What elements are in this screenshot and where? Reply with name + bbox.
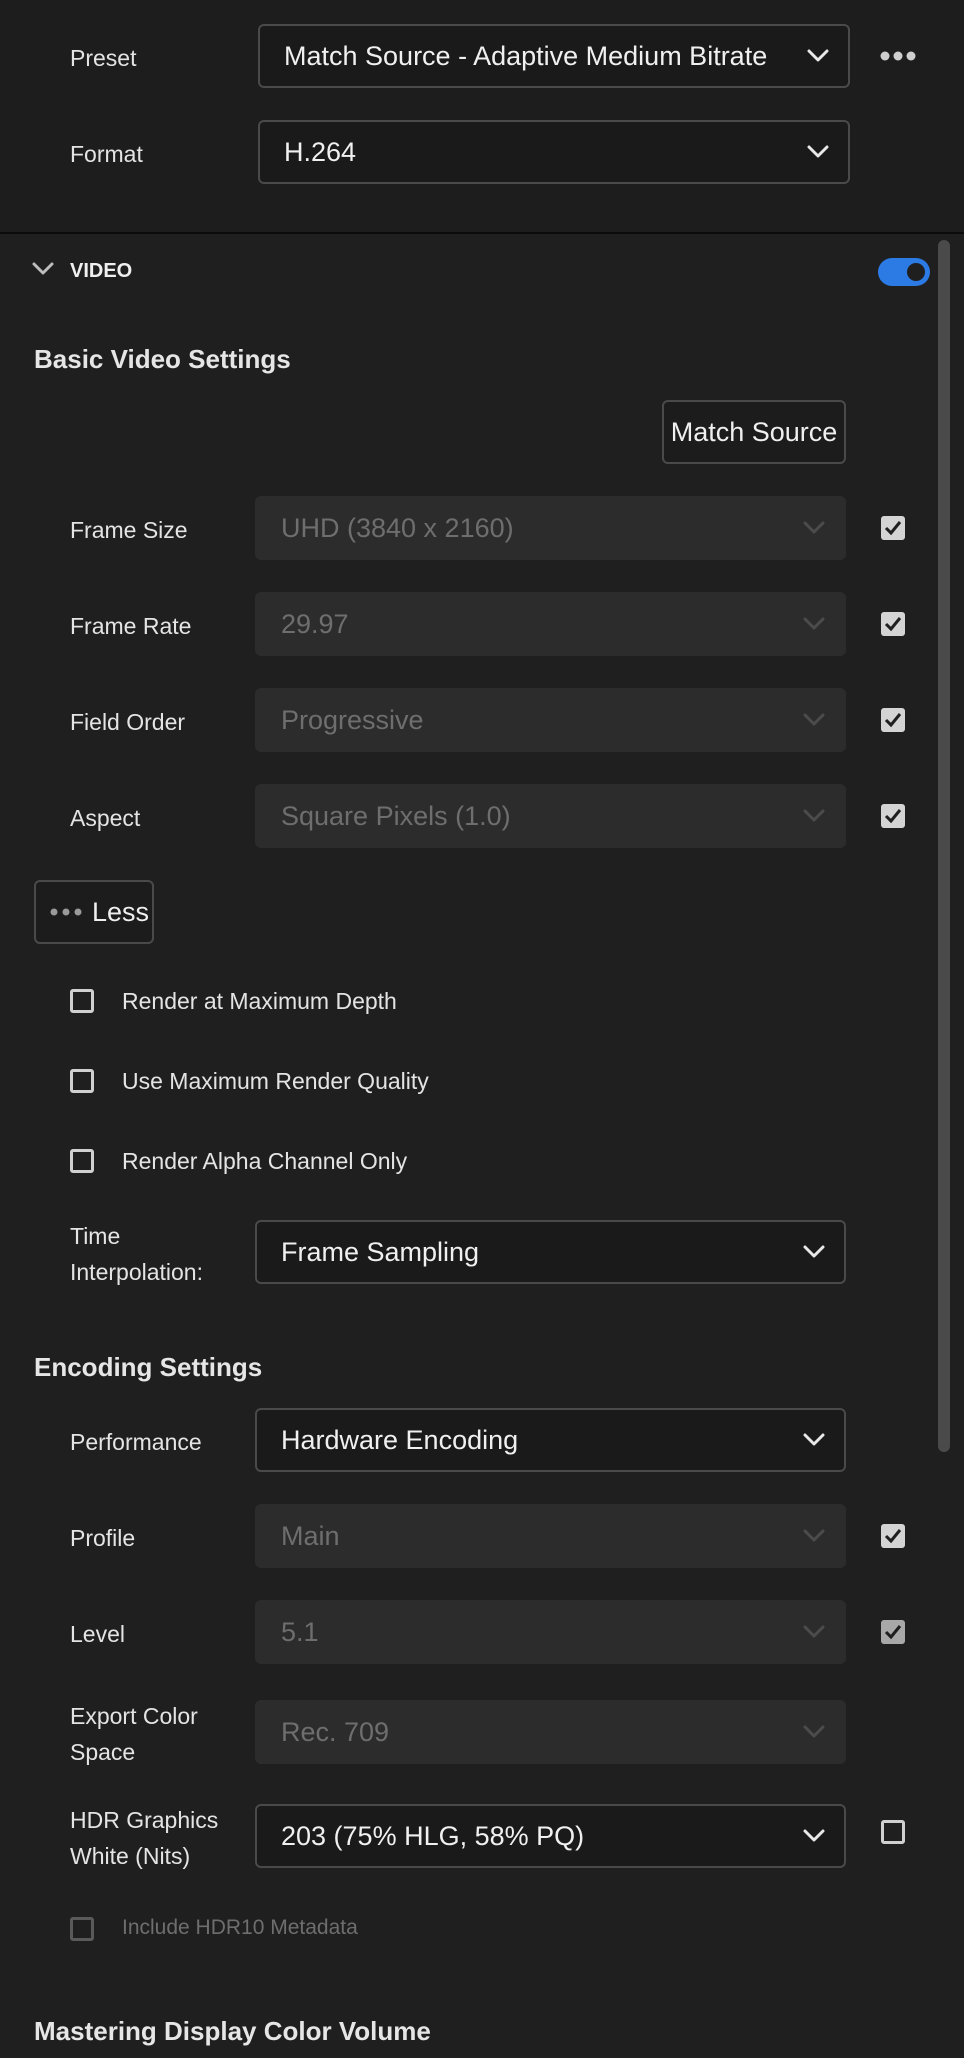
color-space-select[interactable]: Rec. 709 bbox=[255, 1700, 846, 1764]
video-enable-toggle[interactable] bbox=[878, 258, 930, 286]
less-label: Less bbox=[92, 896, 150, 927]
color-space-label-line1: Export Color bbox=[70, 1703, 198, 1729]
video-section-label[interactable]: VIDEO bbox=[70, 260, 132, 283]
hdr-white-label-line1: HDR Graphics bbox=[70, 1807, 219, 1833]
chevron-down-icon bbox=[803, 809, 825, 822]
checkmark-icon bbox=[884, 617, 902, 632]
checkmark-icon bbox=[884, 809, 902, 824]
checkmark-icon bbox=[884, 713, 902, 728]
hdr-white-value: 203 (75% HLG, 58% PQ) bbox=[281, 1820, 585, 1851]
aspect-value: Square Pixels (1.0) bbox=[281, 800, 511, 831]
render-max-depth-checkbox[interactable] bbox=[70, 989, 94, 1013]
frame-size-label: Frame Size bbox=[70, 517, 188, 543]
mastering-display-title: Mastering Display Color Volume bbox=[34, 2016, 431, 2046]
performance-value: Hardware Encoding bbox=[281, 1424, 519, 1455]
chevron-down-icon bbox=[803, 1529, 825, 1542]
aspect-select[interactable]: Square Pixels (1.0) bbox=[255, 784, 846, 848]
chevron-down-icon bbox=[803, 1625, 825, 1638]
time-interpolation-label-line2: Interpolation: bbox=[70, 1259, 203, 1285]
chevron-down-icon bbox=[803, 1433, 825, 1446]
frame-rate-label: Frame Rate bbox=[70, 613, 192, 639]
basic-video-settings-title: Basic Video Settings bbox=[34, 344, 291, 374]
chevron-down-icon bbox=[803, 1245, 825, 1258]
frame-size-value: UHD (3840 x 2160) bbox=[281, 512, 514, 543]
frame-size-select[interactable]: UHD (3840 x 2160) bbox=[255, 496, 846, 560]
level-label: Level bbox=[70, 1621, 125, 1647]
time-interpolation-label-line1: Time bbox=[70, 1223, 121, 1249]
chevron-down-icon bbox=[803, 1725, 825, 1738]
chevron-down-icon bbox=[803, 1829, 825, 1842]
performance-select[interactable]: Hardware Encoding bbox=[255, 1408, 846, 1472]
checkmark-icon bbox=[884, 1529, 902, 1544]
performance-label: Performance bbox=[70, 1429, 202, 1455]
chevron-down-icon bbox=[807, 145, 829, 158]
level-select[interactable]: 5.1 bbox=[255, 1600, 846, 1664]
profile-select[interactable]: Main bbox=[255, 1504, 846, 1568]
toggle-knob bbox=[907, 263, 925, 281]
hdr-white-checkbox[interactable] bbox=[881, 1820, 905, 1844]
field-order-checkbox[interactable] bbox=[881, 708, 905, 732]
chevron-down-icon bbox=[807, 49, 829, 62]
preset-select[interactable]: Match Source - Adaptive Medium Bitrate bbox=[258, 24, 850, 88]
format-value: H.264 bbox=[284, 136, 357, 167]
max-render-quality-label: Use Maximum Render Quality bbox=[122, 1068, 429, 1094]
hdr-white-select[interactable]: 203 (75% HLG, 58% PQ) bbox=[255, 1804, 846, 1868]
profile-value: Main bbox=[281, 1520, 340, 1551]
level-checkbox[interactable] bbox=[881, 1620, 905, 1644]
collapse-chevron-icon[interactable] bbox=[32, 262, 54, 276]
panel-scrollbar[interactable] bbox=[938, 240, 950, 1452]
match-source-button[interactable]: Match Source bbox=[662, 400, 846, 464]
preset-value: Match Source - Adaptive Medium Bitrate bbox=[284, 40, 768, 71]
field-order-value: Progressive bbox=[281, 704, 424, 735]
export-header: Preset Match Source - Adaptive Medium Bi… bbox=[0, 0, 964, 232]
frame-size-checkbox[interactable] bbox=[881, 516, 905, 540]
preset-label: Preset bbox=[70, 45, 137, 71]
chevron-down-icon bbox=[803, 617, 825, 630]
frame-rate-checkbox[interactable] bbox=[881, 612, 905, 636]
ellipsis-icon bbox=[50, 908, 82, 916]
aspect-label: Aspect bbox=[70, 805, 141, 831]
format-label: Format bbox=[70, 141, 143, 167]
format-select[interactable]: H.264 bbox=[258, 120, 850, 184]
checkmark-icon bbox=[884, 521, 902, 536]
alpha-only-label: Render Alpha Channel Only bbox=[122, 1148, 408, 1174]
more-options-icon[interactable] bbox=[880, 49, 916, 63]
color-space-label-line2: Space bbox=[70, 1739, 136, 1765]
profile-checkbox[interactable] bbox=[881, 1524, 905, 1548]
checkmark-icon bbox=[884, 1625, 902, 1640]
alpha-only-checkbox[interactable] bbox=[70, 1149, 94, 1173]
profile-label: Profile bbox=[70, 1525, 136, 1551]
field-order-select[interactable]: Progressive bbox=[255, 688, 846, 752]
hdr10-metadata-checkbox[interactable] bbox=[70, 1917, 94, 1941]
color-space-value: Rec. 709 bbox=[281, 1716, 390, 1747]
aspect-checkbox[interactable] bbox=[881, 804, 905, 828]
level-value: 5.1 bbox=[281, 1616, 319, 1647]
less-button[interactable]: Less bbox=[34, 880, 154, 944]
frame-rate-select[interactable]: 29.97 bbox=[255, 592, 846, 656]
render-max-depth-label: Render at Maximum Depth bbox=[122, 988, 397, 1014]
encoding-settings-title: Encoding Settings bbox=[34, 1352, 263, 1382]
time-interpolation-select[interactable]: Frame Sampling bbox=[255, 1220, 846, 1284]
field-order-label: Field Order bbox=[70, 709, 186, 735]
chevron-down-icon bbox=[803, 713, 825, 726]
time-interpolation-value: Frame Sampling bbox=[281, 1236, 480, 1267]
max-render-quality-checkbox[interactable] bbox=[70, 1069, 94, 1093]
chevron-down-icon bbox=[803, 521, 825, 534]
frame-rate-value: 29.97 bbox=[281, 608, 349, 639]
hdr-white-label-line2: White (Nits) bbox=[70, 1843, 191, 1869]
hdr10-metadata-label: Include HDR10 Metadata bbox=[122, 1916, 358, 1939]
